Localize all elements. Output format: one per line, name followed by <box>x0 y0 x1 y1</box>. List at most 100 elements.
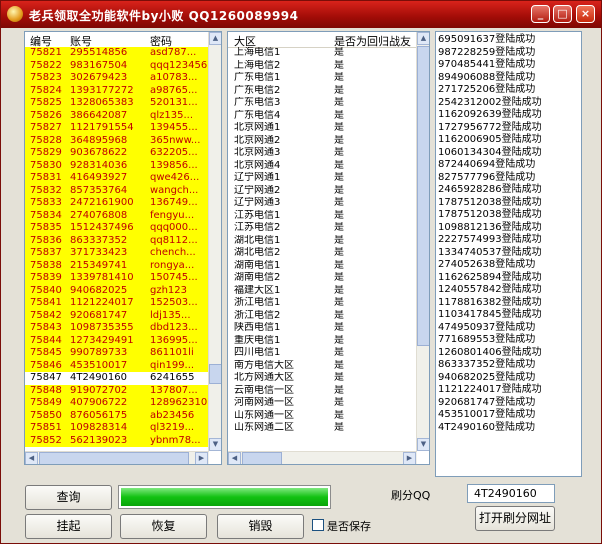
table-row[interactable]: 75849 407906722 128962310 <box>25 397 208 410</box>
table-row[interactable]: 75834 274076808 fengyu... <box>25 209 208 222</box>
list-item[interactable]: 北京网通4 是 <box>228 160 416 173</box>
list-item[interactable]: 北京网通3 是 <box>228 147 416 160</box>
log-line: 987228259登陆成功 <box>438 46 536 58</box>
table-row[interactable]: 75827 1121791554 139455... <box>25 122 208 135</box>
table-row[interactable]: 75823 302679423 a10783... <box>25 72 208 85</box>
save-checkbox[interactable] <box>312 519 324 531</box>
list-item[interactable]: 湖北电信2 是 <box>228 247 416 260</box>
list-item[interactable]: 江苏电信1 是 <box>228 210 416 223</box>
list-item[interactable]: 广东电信4 是 <box>228 110 416 123</box>
list-item[interactable]: 陕西电信1 是 <box>228 322 416 335</box>
table-row[interactable]: 75850 876056175 ab23456 <box>25 409 208 422</box>
list-item[interactable]: 湖北电信1 是 <box>228 235 416 248</box>
list-item[interactable]: 辽宁网通1 是 <box>228 172 416 185</box>
minimize-button[interactable]: _ <box>531 5 550 23</box>
table-row[interactable]: 75831 416493927 qwe426... <box>25 172 208 185</box>
accounts-hscroll[interactable]: ◀ ▶ <box>25 451 209 464</box>
list-item[interactable]: 重庆电信1 是 <box>228 335 416 348</box>
list-item[interactable]: 北方网通大区 是 <box>228 372 416 385</box>
close-button[interactable]: × <box>576 5 595 23</box>
regions-hscroll[interactable]: ◀ ▶ <box>228 451 417 464</box>
table-row[interactable]: 75835 1512437496 qqq000... <box>25 222 208 235</box>
list-item[interactable]: 南方电信大区 是 <box>228 360 416 373</box>
list-item[interactable]: 广东电信1 是 <box>228 72 416 85</box>
cell-id: 75824 <box>30 84 62 96</box>
table-row[interactable]: 75821 295514856 asd787... <box>25 47 208 60</box>
list-item[interactable]: 四川电信1 是 <box>228 347 416 360</box>
list-item[interactable]: 北京网通1 是 <box>228 122 416 135</box>
log-line: 1240557842登陆成功 <box>438 284 542 295</box>
table-row[interactable]: 75826 386642087 qlz135... <box>25 109 208 122</box>
cell-returning: 是 <box>334 322 344 333</box>
table-row[interactable]: 75832 857353764 wangch... <box>25 184 208 197</box>
open-url-button[interactable]: 打开刷分网址 <box>475 506 555 531</box>
list-item[interactable]: 上海电信1 是 <box>228 47 416 60</box>
table-row[interactable]: 75842 920681747 ldj135... <box>25 309 208 322</box>
list-item[interactable]: 辽宁网通3 是 <box>228 197 416 210</box>
table-row[interactable]: 75840 940682025 gzh123 <box>25 284 208 297</box>
scroll-down-arrow-icon[interactable]: ▼ <box>417 438 429 451</box>
list-item[interactable]: 辽宁网通2 是 <box>228 185 416 198</box>
table-row[interactable]: 75828 364895968 365nww... <box>25 134 208 147</box>
list-item[interactable]: 上海电信2 是 <box>228 60 416 73</box>
login-log[interactable]: 695091637登陆成功 987228259登陆成功 970485441登陆成功 8… <box>435 31 582 477</box>
maximize-button[interactable]: □ <box>553 5 572 23</box>
list-item[interactable]: 广东电信3 是 <box>228 97 416 110</box>
table-row[interactable]: 75847 4T2490160 6241655 <box>25 372 208 385</box>
table-row[interactable]: 75845 990789733 861101li <box>25 347 208 360</box>
list-item[interactable]: 浙江电信2 是 <box>228 310 416 323</box>
table-row[interactable]: 75843 1098735355 dbd123... <box>25 322 208 335</box>
scroll-left-arrow-icon[interactable]: ◀ <box>228 452 241 464</box>
scroll-right-arrow-icon[interactable]: ▶ <box>195 452 208 464</box>
refresh-qq-input[interactable]: 4T2490160 <box>467 484 555 503</box>
table-row[interactable]: 75841 1121224017 152503... <box>25 297 208 310</box>
scroll-down-arrow-icon[interactable]: ▼ <box>209 438 221 451</box>
scroll-thumb[interactable] <box>417 46 429 346</box>
scroll-up-arrow-icon[interactable]: ▲ <box>417 32 429 45</box>
query-button[interactable]: 查询 <box>25 485 112 510</box>
list-item[interactable]: 山东网通二区 是 <box>228 422 416 435</box>
regions-list[interactable]: 大区 是否为回归战友 上海电信1 是上海电信2 是广东电信1 是广东电信2 是广东电信3… <box>227 31 430 465</box>
destroy-button[interactable]: 销毁 <box>217 514 304 539</box>
table-row[interactable]: 75837 371733423 chench... <box>25 247 208 260</box>
table-row[interactable]: 75846 453510017 qin199... <box>25 359 208 372</box>
restore-button[interactable]: 恢复 <box>120 514 207 539</box>
scroll-left-arrow-icon[interactable]: ◀ <box>25 452 38 464</box>
regions-vscroll[interactable]: ▲ ▼ <box>416 32 429 451</box>
list-item[interactable]: 云南电信一区 是 <box>228 385 416 398</box>
list-item[interactable]: 河南网通一区 是 <box>228 397 416 410</box>
table-row[interactable]: 75830 928314036 139856... <box>25 159 208 172</box>
scroll-thumb[interactable] <box>209 364 221 384</box>
list-item[interactable]: 北京网通2 是 <box>228 135 416 148</box>
table-row[interactable]: 75852 562139023 ybnm78... <box>25 434 208 447</box>
table-row[interactable]: 75838 215349741 rongya... <box>25 259 208 272</box>
list-item[interactable]: 山东网通一区 是 <box>228 410 416 423</box>
table-row[interactable]: 75833 2472161900 136749... <box>25 197 208 210</box>
cell-returning: 是 <box>334 47 344 58</box>
list-item[interactable]: 湖南电信1 是 <box>228 260 416 273</box>
scroll-up-arrow-icon[interactable]: ▲ <box>209 32 221 45</box>
cell-id: 75840 <box>30 284 62 296</box>
table-row[interactable]: 75851 109828314 ql3219... <box>25 422 208 435</box>
list-item[interactable]: 浙江电信1 是 <box>228 297 416 310</box>
accounts-vscroll[interactable]: ▲ ▼ <box>208 32 221 451</box>
hscroll-thumb[interactable] <box>242 452 282 464</box>
table-row[interactable]: 75848 919072702 137807... <box>25 384 208 397</box>
suspend-button[interactable]: 挂起 <box>25 514 112 539</box>
table-row[interactable]: 75829 903678622 632205... <box>25 147 208 160</box>
hscroll-thumb[interactable] <box>39 452 189 464</box>
accounts-list[interactable]: 编号 账号 密码 75821 295514856 asd787... 75822 983… <box>24 31 222 465</box>
list-item[interactable]: 福建大区1 是 <box>228 285 416 298</box>
cell-password: 152503... <box>150 297 198 308</box>
table-row[interactable]: 75824 1393177272 a98765... <box>25 84 208 97</box>
table-row[interactable]: 75844 1273429491 136995... <box>25 334 208 347</box>
list-item[interactable]: 广东电信2 是 <box>228 85 416 98</box>
scroll-right-arrow-icon[interactable]: ▶ <box>403 452 416 464</box>
table-row[interactable]: 75839 1339781410 150745... <box>25 272 208 285</box>
table-row[interactable]: 75836 863337352 qq8112... <box>25 234 208 247</box>
list-item[interactable]: 湖南电信2 是 <box>228 272 416 285</box>
table-row[interactable]: 75822 983167504 qqq123456 <box>25 59 208 72</box>
list-item[interactable]: 江苏电信2 是 <box>228 222 416 235</box>
cell-id: 75828 <box>30 134 62 146</box>
table-row[interactable]: 75825 1328065383 520131... <box>25 97 208 110</box>
